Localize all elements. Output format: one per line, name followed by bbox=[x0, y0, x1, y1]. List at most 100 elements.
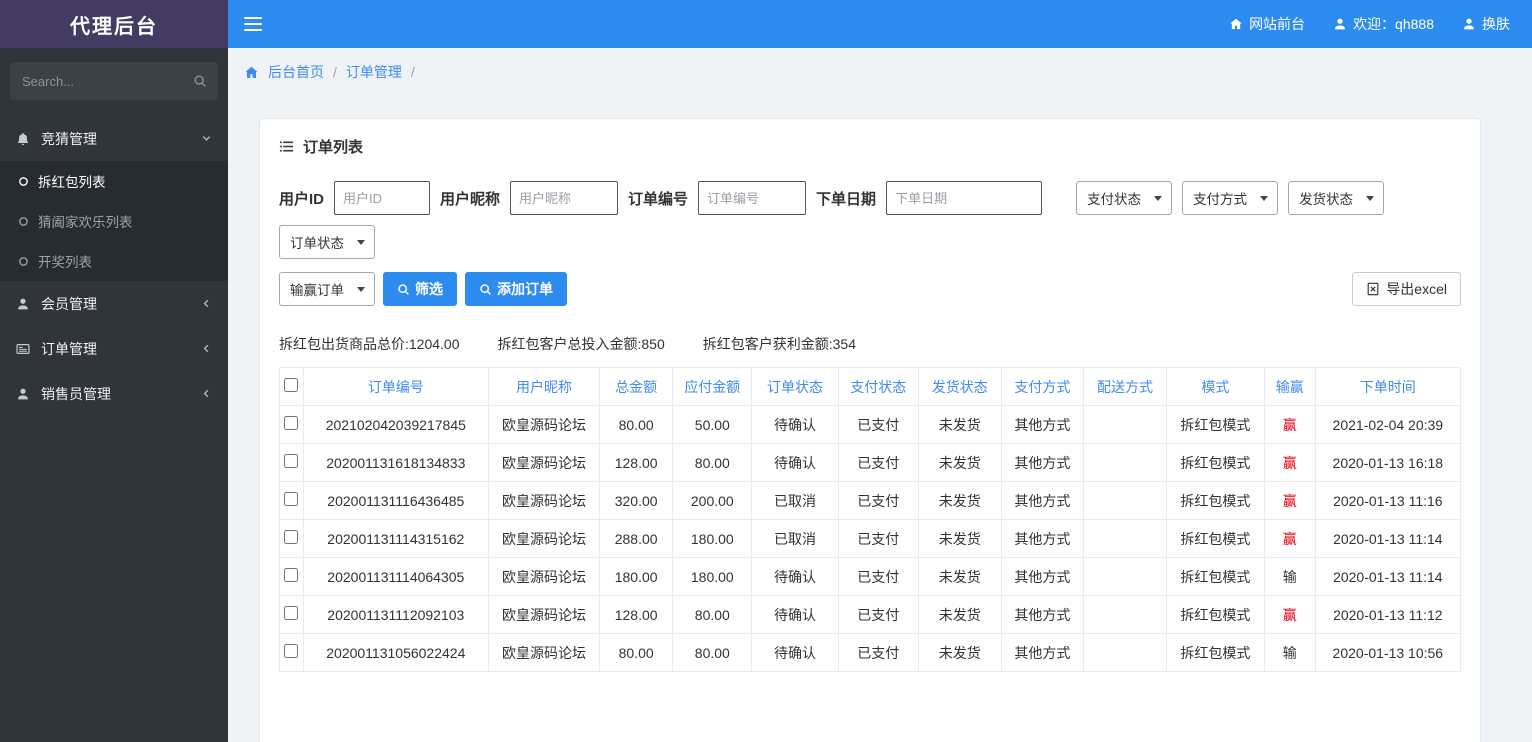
header-ship-status: 发货状态 bbox=[917, 367, 1002, 406]
cell-pay-status: 已支付 bbox=[837, 443, 919, 482]
breadcrumb-home-link[interactable]: 后台首页 bbox=[268, 62, 324, 82]
order-status-select-value: 订单状态 bbox=[290, 236, 344, 251]
nickname-input[interactable] bbox=[510, 181, 619, 215]
cell-nickname: 欧皇源码论坛 bbox=[488, 595, 601, 634]
cell-pay-method: 其他方式 bbox=[1000, 519, 1085, 558]
submenu-item-label: 开奖列表 bbox=[38, 255, 92, 270]
cell-nickname: 欧皇源码论坛 bbox=[488, 633, 601, 672]
row-checkbox[interactable] bbox=[284, 492, 299, 506]
sidebar-item-red-packet-list[interactable]: 拆红包列表 bbox=[0, 161, 228, 201]
row-checkbox[interactable] bbox=[284, 606, 299, 620]
caret-down-icon bbox=[357, 286, 365, 292]
breadcrumb-separator: / bbox=[410, 64, 415, 80]
cell-payable: 80.00 bbox=[672, 595, 753, 634]
cell-time: 2020-01-13 11:14 bbox=[1314, 519, 1462, 558]
filter-button[interactable]: 筛选 bbox=[383, 272, 457, 306]
orders-icon bbox=[16, 343, 30, 354]
cell-mode: 拆红包模式 bbox=[1165, 443, 1265, 482]
cell-total: 180.00 bbox=[599, 557, 674, 596]
row-checkbox[interactable] bbox=[284, 530, 299, 544]
card-body: 用户ID 用户昵称 订单编号 下单日期 支付状态 支付方式 bbox=[260, 181, 1480, 672]
cell-delivery bbox=[1083, 557, 1167, 596]
chevron-down-icon bbox=[202, 136, 211, 141]
add-order-button[interactable]: 添加订单 bbox=[465, 272, 567, 306]
cell-payable: 180.00 bbox=[672, 519, 753, 558]
cell-nickname: 欧皇源码论坛 bbox=[488, 557, 601, 596]
order-table-body: 202102042039217845 欧皇源码论坛 80.00 50.00 待确… bbox=[279, 405, 1462, 672]
row-checkbox-cell bbox=[279, 519, 304, 558]
sidebar-item-betting[interactable]: 竞猜管理 bbox=[0, 116, 228, 161]
export-excel-button[interactable]: 导出excel bbox=[1352, 272, 1461, 306]
breadcrumb-current-link[interactable]: 订单管理 bbox=[346, 62, 402, 82]
change-skin-button[interactable]: 换肤 bbox=[1462, 14, 1510, 34]
cell-nickname: 欧皇源码论坛 bbox=[488, 405, 601, 444]
select-all-checkbox[interactable] bbox=[284, 378, 299, 392]
cell-result: 赢 bbox=[1263, 481, 1316, 520]
cell-payable: 50.00 bbox=[672, 405, 753, 444]
header-order-no: 订单编号 bbox=[302, 367, 490, 406]
cell-total: 128.00 bbox=[599, 443, 674, 482]
sidebar-item-lottery-list[interactable]: 开奖列表 bbox=[0, 241, 228, 281]
cell-payable: 80.00 bbox=[672, 443, 753, 482]
add-order-button-label: 添加订单 bbox=[497, 281, 553, 297]
cell-pay-status: 已支付 bbox=[837, 481, 919, 520]
search-input[interactable] bbox=[10, 62, 218, 100]
cell-order-no: 202001131618134833 bbox=[302, 443, 490, 482]
order-status-select[interactable]: 订单状态 bbox=[279, 225, 375, 259]
cell-total: 128.00 bbox=[599, 595, 674, 634]
row-checkbox[interactable] bbox=[284, 416, 299, 430]
list-icon bbox=[279, 141, 294, 152]
breadcrumb: 后台首页 / 订单管理 / bbox=[228, 48, 1532, 82]
cell-pay-status: 已支付 bbox=[837, 519, 919, 558]
cell-total: 320.00 bbox=[599, 481, 674, 520]
card-header: 订单列表 bbox=[260, 119, 1480, 167]
sidebar-item-family-fun-list[interactable]: 猜阖家欢乐列表 bbox=[0, 201, 228, 241]
row-checkbox[interactable] bbox=[284, 454, 299, 468]
submenu-item-label: 拆红包列表 bbox=[38, 175, 106, 190]
stat-total-goods-price: 拆红包出货商品总价:1204.00 bbox=[279, 336, 460, 352]
cell-order-no: 202102042039217845 bbox=[302, 405, 490, 444]
caret-down-icon bbox=[357, 239, 365, 245]
header-result: 输赢 bbox=[1263, 367, 1316, 406]
table-header-row: 订单编号 用户昵称 总金额 应付金额 订单状态 支付状态 发货状态 支付方式 配… bbox=[279, 367, 1462, 406]
pay-method-select[interactable]: 支付方式 bbox=[1182, 181, 1279, 215]
sidebar-item-sales[interactable]: 销售员管理 bbox=[0, 371, 228, 416]
sidebar-item-orders[interactable]: 订单管理 bbox=[0, 326, 228, 371]
row-checkbox[interactable] bbox=[284, 568, 299, 582]
cell-mode: 拆红包模式 bbox=[1165, 405, 1265, 444]
search-icon bbox=[398, 283, 409, 295]
sidebar-item-label: 竞猜管理 bbox=[41, 130, 97, 147]
cell-pay-method: 其他方式 bbox=[1000, 405, 1085, 444]
cell-result: 赢 bbox=[1263, 405, 1316, 444]
cell-total: 288.00 bbox=[599, 519, 674, 558]
filter-button-label: 筛选 bbox=[415, 281, 443, 297]
order-date-input[interactable] bbox=[886, 181, 1043, 215]
row-checkbox[interactable] bbox=[284, 644, 299, 658]
sidebar-item-members[interactable]: 会员管理 bbox=[0, 281, 228, 326]
ship-status-select-value: 发货状态 bbox=[1299, 192, 1354, 207]
header-pay-status: 支付状态 bbox=[837, 367, 919, 406]
chevron-left-icon bbox=[203, 344, 209, 353]
ship-status-select[interactable]: 发货状态 bbox=[1288, 181, 1385, 215]
search-icon bbox=[194, 75, 206, 87]
cell-mode: 拆红包模式 bbox=[1165, 633, 1265, 672]
cell-result: 赢 bbox=[1263, 595, 1316, 634]
order-no-input[interactable] bbox=[698, 181, 807, 215]
pay-status-select[interactable]: 支付状态 bbox=[1076, 181, 1173, 215]
sidebar-search bbox=[10, 62, 218, 100]
sidebar: 代理后台 竞猜管理 拆红包列表 猜阖家欢乐列表 bbox=[0, 0, 228, 742]
win-lose-select[interactable]: 输赢订单 bbox=[279, 272, 375, 306]
header-delivery: 配送方式 bbox=[1083, 367, 1167, 406]
sidebar-item-label: 会员管理 bbox=[41, 295, 97, 312]
user-id-input[interactable] bbox=[334, 181, 431, 215]
cell-mode: 拆红包模式 bbox=[1165, 595, 1265, 634]
home-icon bbox=[1230, 18, 1242, 30]
circle-icon bbox=[19, 256, 28, 266]
welcome-user[interactable]: 欢迎：qh888 bbox=[1333, 14, 1434, 34]
caret-down-icon bbox=[1260, 195, 1269, 201]
sidebar-item-label: 销售员管理 bbox=[41, 385, 111, 402]
hamburger-menu-icon[interactable] bbox=[244, 17, 264, 31]
site-front-link[interactable]: 网站前台 bbox=[1229, 14, 1305, 34]
cell-order-no: 202001131112092103 bbox=[302, 595, 490, 634]
user-icon bbox=[1335, 18, 1345, 30]
